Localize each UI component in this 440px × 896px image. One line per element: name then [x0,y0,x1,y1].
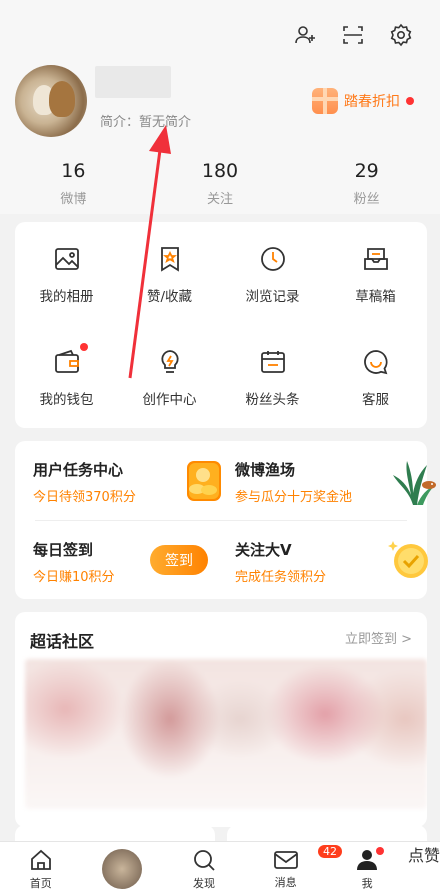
message-count-badge: 42 [318,845,342,858]
video-avatar-icon [102,849,143,889]
grid-item-likes[interactable]: 赞/收藏 [118,222,221,325]
grid-label: 我的钱包 [39,391,94,408]
username-blurred[interactable] [95,66,171,98]
grid-item-album[interactable]: 我的相册 [15,222,118,325]
grid-label: 创作中心 [142,391,197,408]
tab-discover[interactable]: 发现 [163,842,245,896]
shortcut-grid: 我的相册 赞/收藏 浏览记录 草稿箱 我的钱包 创作中心 粉丝头条 客服 [15,222,427,428]
scan-icon[interactable] [340,22,366,48]
stat-label: 粉丝 [353,192,380,207]
clock-icon [257,243,289,275]
tab-label: 我 [361,876,373,890]
seaweed-fish-icon [387,455,439,511]
wallet-red-dot [80,343,88,351]
coin-jar-icon [181,459,225,507]
grid-label: 草稿箱 [355,288,396,305]
stat-weibo[interactable]: 16 微博 [0,160,147,207]
photo-icon [51,243,83,275]
settings-gear-icon[interactable] [388,22,414,48]
task-user-center[interactable]: 用户任务中心 今日待领370积分 [33,459,223,529]
grid-item-creator-center[interactable]: 创作中心 [118,325,221,428]
grid-label: 客服 [362,391,389,408]
promo-label: 踏春折扣 [344,94,400,110]
checkin-button[interactable]: 签到 [150,545,208,575]
gold-check-badge-icon [385,535,433,587]
promo-red-dot [406,97,414,105]
spring-discount-link[interactable]: 踏春折扣 [312,88,414,114]
status-bar [0,0,440,14]
super-topic-checkin-link[interactable]: 立即签到 > [345,628,412,647]
tab-messages[interactable]: 消息 [245,842,327,896]
envelope-icon [273,850,298,869]
add-friend-icon[interactable] [292,22,318,48]
grid-label: 浏览记录 [245,288,300,305]
grid-item-drafts[interactable]: 草稿箱 [324,222,427,325]
stat-number: 180 [201,160,239,182]
profile-stats: 16 微博 180 关注 29 粉丝 [0,160,440,207]
tab-label: 发现 [192,876,215,890]
bookmark-star-icon [154,243,186,275]
task-card: 用户任务中心 今日待领370积分 微博渔场 参与瓜分十万奖金池 每日签到 今日赚… [15,441,436,599]
super-topic-blurred-content[interactable] [25,659,427,809]
tab-label: 消息 [274,875,297,889]
gift-icon [312,88,338,114]
grid-item-fan-headlines[interactable]: 粉丝头条 [221,325,324,428]
task-follow-bigv[interactable]: 关注大V 完成任务领积分 [235,539,428,609]
tab-label: 首页 [29,876,52,890]
grid-label: 赞/收藏 [146,288,193,305]
stat-number: 29 [354,160,379,182]
search-icon [194,849,215,871]
task-divider [35,520,407,521]
drafts-tray-icon [360,243,392,275]
tab-home[interactable]: 首页 [0,842,82,896]
like-badge: 点赞 [407,846,440,865]
avatar-cat-brown [49,81,75,117]
top-actions [292,22,414,48]
grid-label: 粉丝头条 [245,391,300,408]
stat-label: 关注 [207,192,234,207]
tab-video[interactable] [82,842,164,896]
lightbulb-icon [154,346,186,378]
calendar-icon [257,346,289,378]
wallet-icon [51,346,83,378]
me-red-dot [375,847,384,855]
stat-following[interactable]: 180 关注 [147,160,294,207]
stat-fans[interactable]: 29 粉丝 [293,160,440,207]
chat-smile-icon [360,346,392,378]
profile-bio[interactable]: 简介：暂无简介 [100,111,191,130]
super-topic-title: 超话社区 [30,632,95,651]
home-icon [30,849,51,870]
bottom-tab-bar: 首页 发现 消息 我 点赞 42 [0,841,440,896]
super-topic-card: 超话社区 立即签到 > [15,612,427,827]
stat-label: 微博 [60,192,87,207]
grid-item-customer-service[interactable]: 客服 [324,325,427,428]
stat-number: 16 [61,160,86,182]
grid-item-wallet[interactable]: 我的钱包 [15,325,118,428]
avatar[interactable] [15,65,87,137]
grid-item-history[interactable]: 浏览记录 [221,222,324,325]
task-weibo-fishery[interactable]: 微博渔场 参与瓜分十万奖金池 [235,459,436,529]
grid-label: 我的相册 [39,288,94,305]
